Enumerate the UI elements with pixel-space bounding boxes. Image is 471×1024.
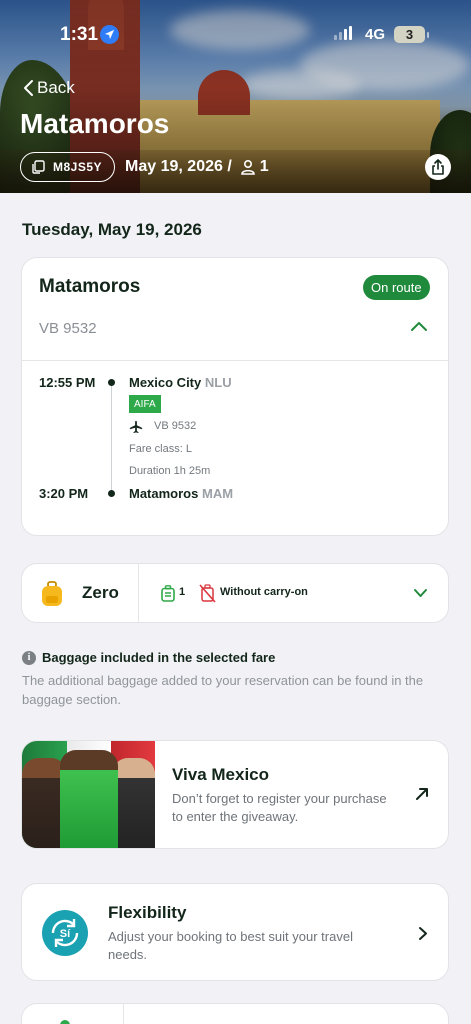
divider [123, 1004, 124, 1024]
next-card-icon [60, 1020, 70, 1024]
fare-name: Zero [82, 583, 119, 602]
flexibility-icon: Sí [42, 910, 88, 956]
passenger-count: 1 [240, 158, 269, 176]
promo-description: Don’t forget to register your purchase t… [172, 791, 387, 824]
share-icon [432, 159, 444, 175]
divider [22, 360, 448, 361]
status-time: 1:31 [60, 24, 99, 45]
share-button[interactable] [425, 154, 451, 180]
back-label: Back [37, 78, 75, 97]
collapse-toggle[interactable] [410, 320, 428, 332]
departure-city: Mexico City NLU [129, 375, 232, 390]
next-card[interactable] [21, 1003, 449, 1024]
carry-on-label: Without carry-on [220, 586, 308, 598]
status-bar: 1:31 4G 3 [0, 22, 471, 50]
svg-text:Sí: Sí [60, 928, 71, 940]
segment-flight-number: VB 9532 [154, 420, 197, 432]
no-carry-on-icon [199, 584, 216, 603]
cellular-signal-icon [334, 26, 352, 40]
fare-class: Fare class: L [129, 443, 192, 455]
flight-duration: Duration 1h 25m [129, 465, 211, 477]
airport-tag: AIFA [129, 395, 161, 413]
reservation-date: May 19, 2026 / [125, 158, 232, 175]
departure-dot [108, 379, 115, 386]
promo-players-image [22, 741, 155, 848]
chevron-left-icon [24, 80, 33, 96]
battery-icon: 3 [394, 26, 425, 43]
baggage-info-title: i Baggage included in the selected fare [22, 650, 275, 665]
flight-destination: Matamoros [39, 276, 141, 297]
promo-card[interactable]: Viva Mexico Don’t forget to register you… [21, 740, 449, 849]
reservation-code-button[interactable]: M8JS5Y [20, 152, 116, 182]
chevron-down-icon[interactable] [413, 588, 428, 598]
network-type: 4G [365, 26, 386, 43]
timeline-line [111, 386, 112, 494]
reservation-summary: M8JS5Y May 19, 2026 / 1 [20, 152, 269, 182]
arrival-city: Matamoros MAM [129, 486, 234, 501]
location-arrow-icon [100, 25, 119, 44]
checked-bag-icon [161, 585, 175, 602]
backpack-icon [42, 581, 62, 606]
flight-card: Matamoros On route VB 9532 12:55 PM Mexi… [21, 257, 449, 536]
divider [138, 564, 139, 622]
info-icon: i [22, 650, 36, 665]
flexibility-description: Adjust your booking to best suit your tr… [108, 929, 353, 962]
back-button[interactable]: Back [22, 78, 75, 98]
arrival-dot [108, 490, 115, 497]
flexibility-card[interactable]: Sí Flexibility Adjust your booking to be… [21, 883, 449, 981]
person-icon [240, 159, 255, 175]
reservation-code: M8JS5Y [53, 160, 103, 174]
external-link-arrow-icon [416, 788, 428, 800]
chevron-right-icon [419, 927, 427, 940]
trip-date-heading: Tuesday, May 19, 2026 [22, 220, 202, 239]
flight-number: VB 9532 [39, 320, 97, 337]
arrival-time: 3:20 PM [39, 486, 89, 501]
baggage-card[interactable]: Zero 1 Without carry-on [21, 563, 449, 623]
flexibility-title: Flexibility [108, 903, 187, 922]
copy-icon [32, 160, 45, 174]
airplane-icon [129, 420, 143, 434]
baggage-info-text: The additional baggage added to your res… [22, 673, 424, 707]
status-badge: On route [363, 275, 430, 300]
departure-time: 12:55 PM [39, 375, 96, 390]
page-title: Matamoros [20, 108, 170, 139]
promo-title: Viva Mexico [172, 765, 270, 784]
checked-bag-count: 1 [179, 586, 186, 598]
